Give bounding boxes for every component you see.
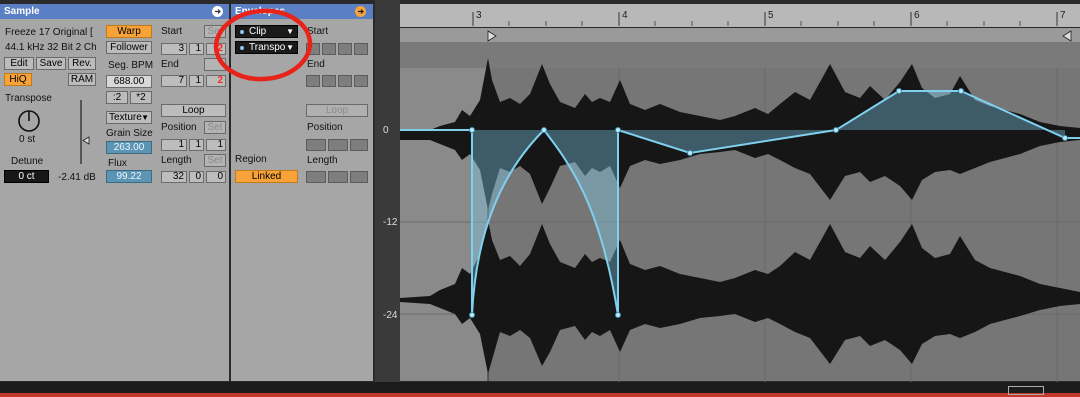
grain-size-value[interactable]: 263.00	[106, 141, 152, 154]
warp-mode-value: Texture	[109, 112, 142, 123]
loop-button[interactable]: Loop	[161, 104, 226, 117]
env-loop-button[interactable]: Loop	[306, 104, 368, 117]
gain-value: -2.41 dB	[58, 172, 96, 183]
sample-panel-header: Sample	[0, 4, 229, 19]
flux-label: Flux	[108, 158, 127, 169]
position-beat[interactable]: 1	[189, 139, 204, 151]
env-length-cell-1[interactable]	[306, 171, 326, 183]
end-bar[interactable]: 7	[161, 75, 187, 87]
env-length-cell-3[interactable]	[350, 171, 368, 183]
detune-label: Detune	[11, 156, 44, 167]
detune-value[interactable]: 0 ct	[4, 170, 49, 183]
position-set-button[interactable]: Set	[204, 121, 226, 134]
sample-panel-title: Sample	[4, 6, 40, 17]
waveform-channel-2	[400, 220, 1080, 374]
warp-mode-arrow-icon: ▼	[141, 113, 149, 122]
end-marker-icon[interactable]	[1062, 30, 1072, 42]
transpose-label: Transpose	[5, 93, 52, 104]
env-length-label: Length	[307, 155, 338, 166]
sample-info: 44.1 kHz 32 Bit 2 Ch	[5, 42, 97, 53]
start-beat[interactable]: 1	[189, 43, 204, 55]
position-bar[interactable]: 1	[161, 139, 187, 151]
env-end-cell-4[interactable]	[354, 75, 368, 87]
db-label-0: 0	[383, 125, 389, 136]
double-tempo-button[interactable]: *2	[130, 91, 152, 104]
flux-value[interactable]: 99.22	[106, 170, 152, 183]
region-linked-button[interactable]: Linked	[235, 170, 298, 183]
ruler-ticks	[472, 12, 1058, 26]
env-length-cell-2[interactable]	[328, 171, 348, 183]
transpose-value: 0 st	[19, 134, 36, 145]
bottom-red-line	[0, 393, 1080, 397]
envelopes-expand-icon[interactable]	[355, 6, 366, 17]
region-label: Region	[235, 154, 267, 165]
gain-slider[interactable]	[78, 100, 92, 164]
length-set-button[interactable]: Set	[204, 154, 226, 167]
start-marker-icon[interactable]	[487, 30, 497, 42]
position-label: Position	[161, 122, 197, 133]
warp-button[interactable]: Warp	[106, 25, 152, 38]
ram-button[interactable]: RAM	[68, 73, 96, 86]
env-position-cell-2[interactable]	[328, 139, 348, 151]
env-position-label: Position	[307, 122, 343, 133]
warp-mode-select[interactable]: Texture ▼	[106, 111, 152, 124]
start-bar[interactable]: 3	[161, 43, 187, 55]
save-button[interactable]: Save	[36, 57, 66, 70]
db-label-24: -24	[383, 310, 398, 321]
seg-bpm-label: Seg. BPM	[108, 60, 154, 71]
scroll-box[interactable]	[1008, 386, 1044, 395]
length-bar[interactable]: 32	[161, 171, 187, 183]
length-beat[interactable]: 0	[189, 171, 204, 183]
waveform-envelope-svg[interactable]	[400, 4, 1080, 382]
env-start-cell-2[interactable]	[322, 43, 336, 55]
follower-button[interactable]: Follower	[106, 41, 152, 54]
length-sixteenth[interactable]: 0	[206, 171, 226, 183]
seg-bpm-value[interactable]: 688.00	[106, 75, 152, 88]
env-start-cell-3[interactable]	[338, 43, 352, 55]
grain-size-label: Grain Size	[106, 128, 153, 139]
position-sixteenth[interactable]: 1	[206, 139, 226, 151]
db-label-12: -12	[383, 217, 398, 228]
env-position-cell-1[interactable]	[306, 139, 326, 151]
end-label: End	[161, 59, 179, 70]
env-position-cell-3[interactable]	[350, 139, 368, 151]
env-end-cell-2[interactable]	[322, 75, 336, 87]
end-beat[interactable]: 1	[189, 75, 204, 87]
env-end-cell-3[interactable]	[338, 75, 352, 87]
annotation-circle	[212, 5, 315, 85]
start-label: Start	[161, 26, 183, 37]
env-start-cell-4[interactable]	[354, 43, 368, 55]
length-label: Length	[161, 155, 192, 166]
editor-divider	[375, 0, 400, 382]
hiq-button[interactable]: HiQ	[4, 73, 32, 86]
edit-button[interactable]: Edit	[4, 57, 34, 70]
transpose-knob[interactable]	[16, 108, 42, 134]
sample-name: Freeze 17 Original [	[5, 27, 93, 38]
rev-button[interactable]: Rev.	[68, 57, 96, 70]
half-tempo-button[interactable]: :2	[106, 91, 128, 104]
